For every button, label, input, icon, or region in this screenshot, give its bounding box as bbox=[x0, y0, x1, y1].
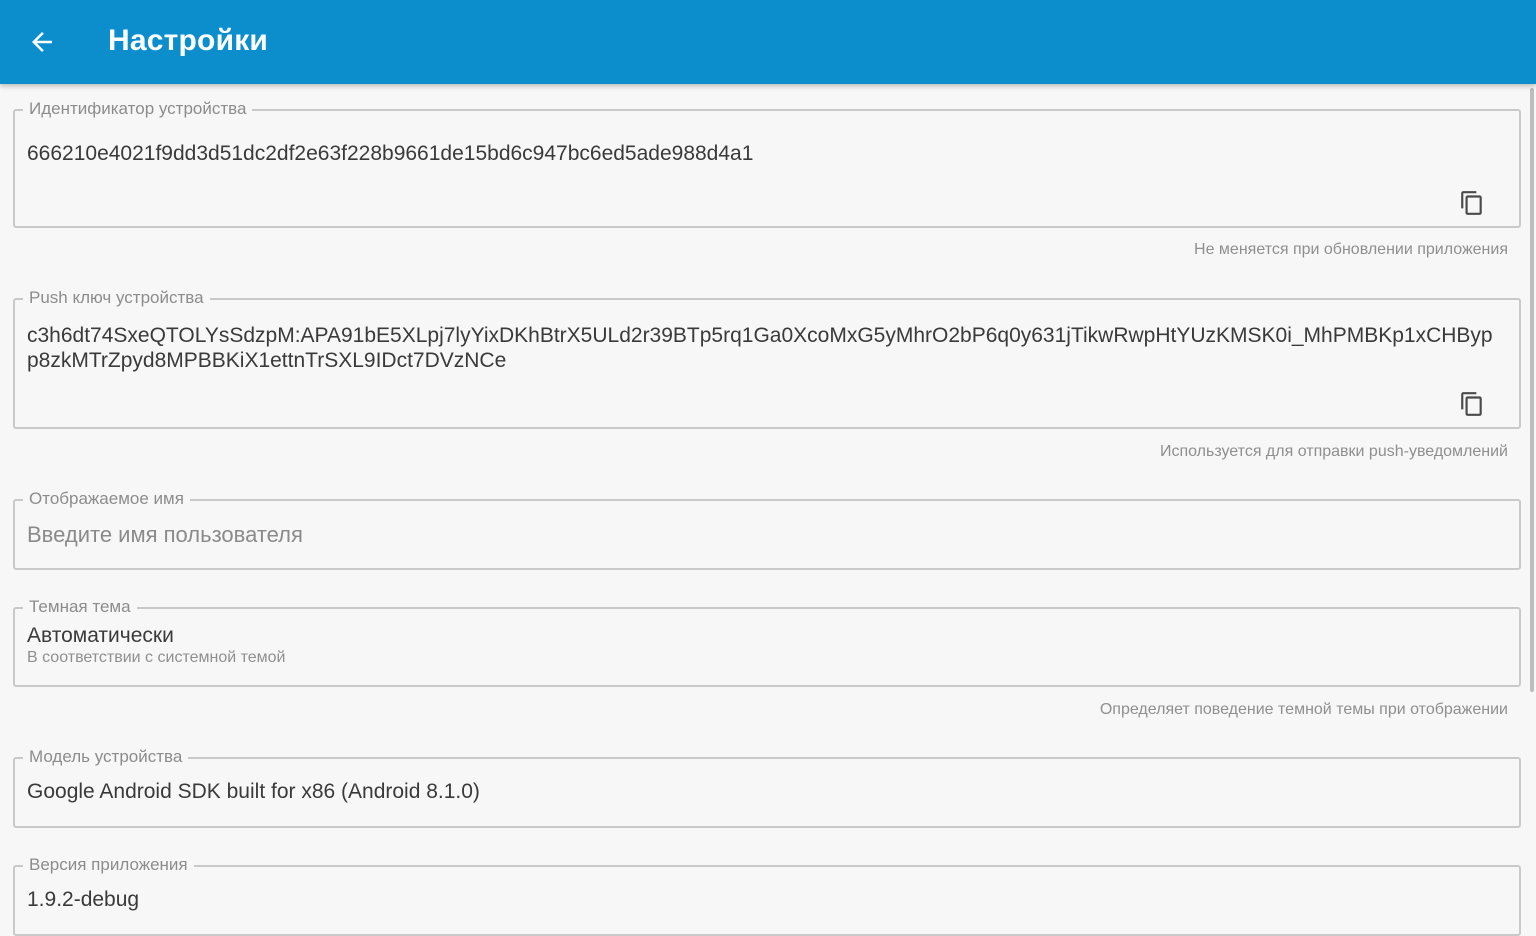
display-name-label: Отображаемое имя bbox=[23, 488, 190, 510]
push-key-field: Push ключ устройства c3h6dt74SxeQTOLYsSd… bbox=[13, 287, 1521, 429]
back-button[interactable] bbox=[22, 22, 62, 62]
push-key-label: Push ключ устройства bbox=[23, 287, 210, 309]
dark-theme-label: Темная тема bbox=[23, 596, 137, 618]
device-model-label: Модель устройства bbox=[23, 746, 189, 768]
device-id-field: Идентификатор устройства 666210e4021f9dd… bbox=[13, 98, 1521, 228]
display-name-field[interactable]: Отображаемое имя bbox=[13, 488, 1521, 570]
dark-theme-subtext: В соответствии с системной темой bbox=[27, 649, 286, 666]
push-key-value: c3h6dt74SxeQTOLYsSdzpM:APA91bE5XLpj7lyYi… bbox=[27, 324, 1493, 372]
dark-theme-field[interactable]: Темная тема Автоматически В соответствии… bbox=[13, 596, 1521, 687]
device-id-label: Идентификатор устройства bbox=[23, 98, 253, 120]
device-id-value: 666210e4021f9dd3d51dc2df2e63f228b9661de1… bbox=[27, 142, 754, 165]
app-bar: Настройки bbox=[0, 0, 1536, 84]
page-title: Настройки bbox=[108, 24, 269, 57]
copy-icon bbox=[1461, 191, 1482, 215]
push-key-helper: Используется для отправки push-уведомлен… bbox=[1159, 443, 1508, 460]
dark-theme-helper: Определяет поведение темной темы при ото… bbox=[1099, 701, 1508, 718]
display-name-input[interactable] bbox=[27, 520, 1427, 550]
device-id-helper: Не меняется при обновлении приложения bbox=[1194, 241, 1508, 258]
copy-push-key-button[interactable] bbox=[1457, 388, 1487, 420]
copy-icon bbox=[1461, 392, 1482, 416]
app-version-field: Версия приложения 1.9.2-debug bbox=[13, 854, 1521, 936]
dark-theme-value: Автоматически bbox=[27, 624, 174, 647]
arrow-back-icon bbox=[32, 32, 52, 52]
device-model-field: Модель устройства Google Android SDK bui… bbox=[13, 746, 1521, 828]
copy-device-id-button[interactable] bbox=[1457, 187, 1487, 219]
app-version-label: Версия приложения bbox=[23, 854, 194, 876]
device-model-value: Google Android SDK built for x86 (Androi… bbox=[27, 780, 480, 803]
scrollbar[interactable] bbox=[1530, 88, 1534, 692]
